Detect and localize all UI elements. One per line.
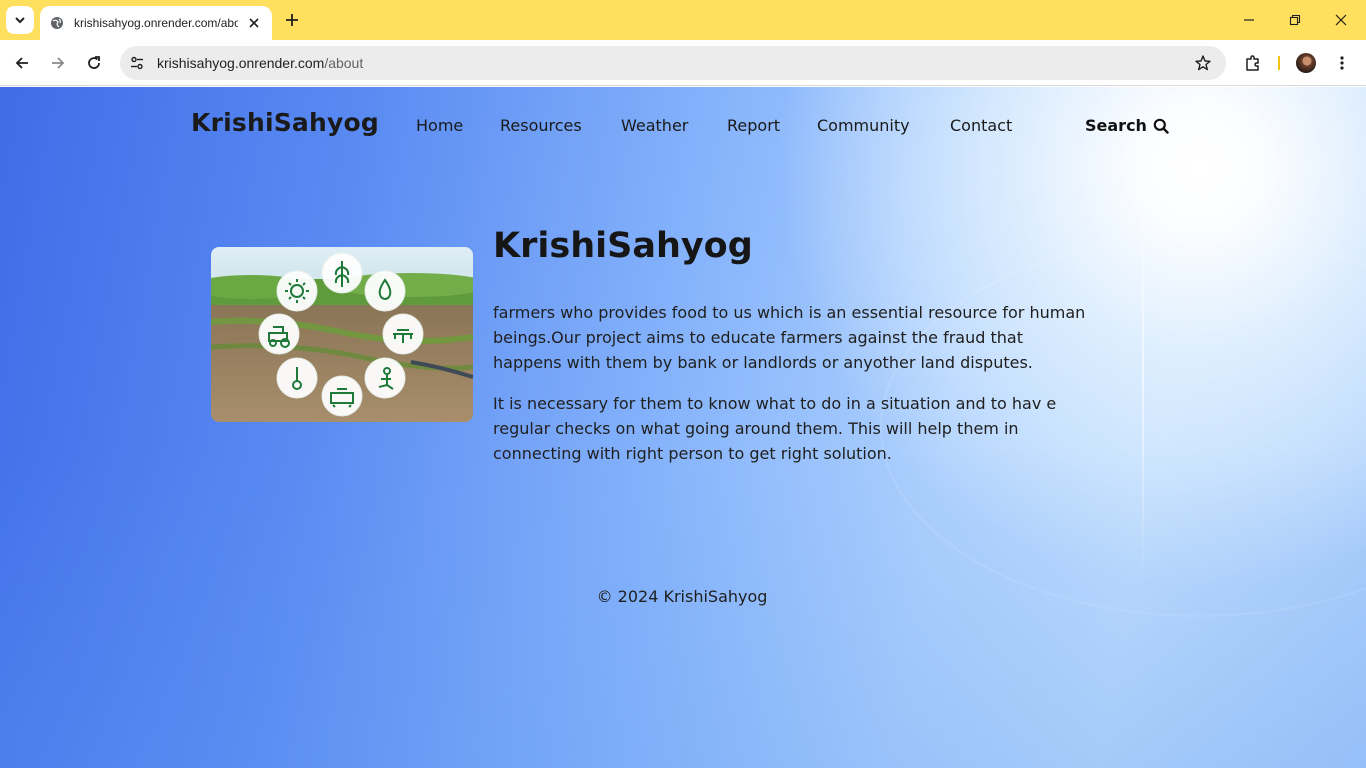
site-logo[interactable]: KrishiSahyog	[191, 108, 379, 137]
about-title: KrishiSahyog	[493, 226, 753, 266]
search-label: Search	[1085, 116, 1147, 135]
reload-icon	[88, 56, 100, 69]
restore-button[interactable]	[1285, 10, 1305, 30]
url-path: /about	[324, 55, 364, 71]
nav-link-weather[interactable]: Weather	[621, 116, 688, 135]
forward-button[interactable]	[46, 51, 70, 75]
nav-link-contact[interactable]: Contact	[950, 116, 1012, 135]
arrow-right-icon	[52, 57, 65, 69]
about-paragraph-1: farmers who provides food to us which is…	[493, 303, 1086, 372]
site-navbar: KrishiSahyog Home Resources Weather Repo…	[0, 87, 1366, 165]
back-button[interactable]	[10, 51, 34, 75]
extensions-button[interactable]	[1241, 51, 1265, 75]
search-button[interactable]: Search	[1085, 116, 1169, 135]
tab-search-button[interactable]	[6, 6, 34, 34]
page-background: KrishiSahyog Home Resources Weather Repo…	[0, 87, 1366, 768]
browser-toolbar: krishisahyog.onrender.com/about	[0, 40, 1366, 86]
more-vertical-icon	[1340, 56, 1344, 70]
site-settings-icon[interactable]	[122, 48, 152, 78]
chevron-down-icon	[15, 17, 25, 24]
minimize-button[interactable]	[1239, 10, 1259, 30]
plus-icon	[286, 14, 298, 26]
url-text: krishisahyog.onrender.com/about	[157, 55, 363, 71]
about-paragraph-2: It is necessary for them to know what to…	[493, 394, 1057, 463]
close-window-button[interactable]	[1331, 10, 1351, 30]
arrow-left-icon	[15, 57, 28, 69]
address-bar[interactable]: krishisahyog.onrender.com/about	[120, 46, 1226, 80]
url-host: krishisahyog.onrender.com	[157, 55, 325, 71]
profile-avatar[interactable]	[1296, 53, 1316, 73]
restore-icon	[1289, 14, 1301, 26]
reload-button[interactable]	[82, 51, 106, 75]
lens-flare-streak	[1142, 167, 1144, 587]
search-icon	[1153, 118, 1169, 134]
puzzle-icon	[1246, 55, 1259, 71]
tab-title: krishisahyog.onrender.com/about	[74, 16, 239, 30]
nav-link-community[interactable]: Community	[817, 116, 910, 135]
close-icon	[1335, 14, 1347, 26]
new-tab-button[interactable]	[282, 10, 302, 30]
globe-icon	[50, 16, 64, 30]
nav-link-home[interactable]: Home	[416, 116, 463, 135]
footer-copyright: © 2024 KrishiSahyog	[596, 587, 768, 606]
browser-menu-button[interactable]	[1330, 51, 1354, 75]
agriculture-icons-image	[211, 247, 473, 422]
tab-close-icon[interactable]	[246, 15, 262, 31]
nav-link-report[interactable]: Report	[727, 116, 780, 135]
minimize-icon	[1244, 19, 1254, 21]
nav-link-resources[interactable]: Resources	[500, 116, 582, 135]
toolbar-separator	[1278, 56, 1280, 70]
site-footer: © 2024 KrishiSahyog	[0, 587, 1366, 606]
browser-tabstrip: krishisahyog.onrender.com/about	[0, 0, 1366, 40]
bookmark-star-icon[interactable]	[1194, 54, 1212, 72]
browser-tab[interactable]: krishisahyog.onrender.com/about	[40, 6, 272, 40]
